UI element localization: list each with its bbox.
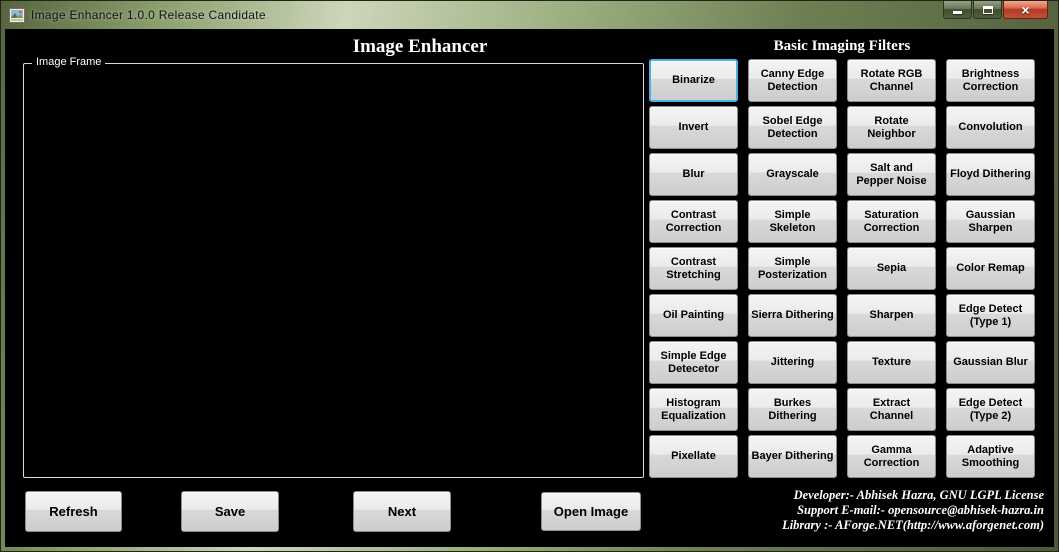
filter-button-invert[interactable]: Invert <box>649 106 738 149</box>
window-title: Image Enhancer 1.0.0 Release Candidate <box>31 8 266 22</box>
filter-button-gamma-correction[interactable]: Gamma Correction <box>847 435 936 478</box>
filter-button-gaussian-blur[interactable]: Gaussian Blur <box>946 341 1035 384</box>
app-icon <box>9 8 25 23</box>
close-button[interactable]: × <box>1003 1 1048 19</box>
filter-button-burkes-dithering[interactable]: Burkes Dithering <box>748 388 837 431</box>
filter-grid: BinarizeCanny Edge DetectionRotate RGB C… <box>649 59 1035 478</box>
filter-button-sharpen[interactable]: Sharpen <box>847 294 936 337</box>
credit-line: Developer:- Abhisek Hazra, GNU LGPL Lice… <box>782 488 1044 503</box>
client-area: Image Enhancer Basic Imaging Filters Ima… <box>5 29 1054 547</box>
image-frame: Image Frame <box>23 63 644 478</box>
filter-button-jittering[interactable]: Jittering <box>748 341 837 384</box>
filter-button-blur[interactable]: Blur <box>649 153 738 196</box>
image-frame-label: Image Frame <box>32 56 105 68</box>
refresh-button[interactable]: Refresh <box>25 491 122 532</box>
minimize-icon <box>953 11 962 14</box>
filter-button-brightness-correction[interactable]: Brightness Correction <box>946 59 1035 102</box>
app-heading: Image Enhancer <box>275 36 565 58</box>
filter-button-floyd-dithering[interactable]: Floyd Dithering <box>946 153 1035 196</box>
filter-button-simple-skeleton[interactable]: Simple Skeleton <box>748 200 837 243</box>
filter-button-sierra-dithering[interactable]: Sierra Dithering <box>748 294 837 337</box>
filter-button-edge-detect-type-2[interactable]: Edge Detect (Type 2) <box>946 388 1035 431</box>
filter-button-sepia[interactable]: Sepia <box>847 247 936 290</box>
filter-button-sobel-edge-detection[interactable]: Sobel Edge Detection <box>748 106 837 149</box>
window-controls: × <box>943 1 1048 19</box>
filter-button-grayscale[interactable]: Grayscale <box>748 153 837 196</box>
next-button[interactable]: Next <box>353 491 451 532</box>
filter-button-histogram-equalization[interactable]: Histogram Equalization <box>649 388 738 431</box>
filter-button-gaussian-sharpen[interactable]: Gaussian Sharpen <box>946 200 1035 243</box>
minimize-button[interactable] <box>943 1 972 19</box>
filter-button-rotate-neighbor[interactable]: Rotate Neighbor <box>847 106 936 149</box>
maximize-button[interactable] <box>973 1 1002 19</box>
credit-line: Support E-mail:- opensource@abhisek-hazr… <box>782 503 1044 518</box>
open-image-button[interactable]: Open Image <box>541 492 641 531</box>
filter-button-convolution[interactable]: Convolution <box>946 106 1035 149</box>
filter-button-contrast-correction[interactable]: Contrast Correction <box>649 200 738 243</box>
filter-button-salt-and-pepper-noise[interactable]: Salt and Pepper Noise <box>847 153 936 196</box>
filter-button-binarize[interactable]: Binarize <box>649 59 738 102</box>
filter-button-contrast-stretching[interactable]: Contrast Stretching <box>649 247 738 290</box>
save-button[interactable]: Save <box>181 491 279 532</box>
filter-button-oil-painting[interactable]: Oil Painting <box>649 294 738 337</box>
filter-button-simple-edge-detecetor[interactable]: Simple Edge Detecetor <box>649 341 738 384</box>
close-icon: × <box>1021 3 1029 17</box>
titlebar[interactable]: Image Enhancer 1.0.0 Release Candidate × <box>1 1 1058 29</box>
filter-button-saturation-correction[interactable]: Saturation Correction <box>847 200 936 243</box>
filter-button-pixellate[interactable]: Pixellate <box>649 435 738 478</box>
filter-button-extract-channel[interactable]: Extract Channel <box>847 388 936 431</box>
maximize-icon <box>983 6 993 14</box>
filter-button-edge-detect-type-1[interactable]: Edge Detect (Type 1) <box>946 294 1035 337</box>
credits: Developer:- Abhisek Hazra, GNU LGPL Lice… <box>782 488 1044 533</box>
app-window: Image Enhancer 1.0.0 Release Candidate ×… <box>0 0 1059 552</box>
credit-line: Library :- AForge.NET(http://www.aforgen… <box>782 518 1044 533</box>
filter-button-color-remap[interactable]: Color Remap <box>946 247 1035 290</box>
filter-button-rotate-rgb-channel[interactable]: Rotate RGB Channel <box>847 59 936 102</box>
filters-heading: Basic Imaging Filters <box>649 38 1035 55</box>
filter-button-texture[interactable]: Texture <box>847 341 936 384</box>
filter-button-bayer-dithering[interactable]: Bayer Dithering <box>748 435 837 478</box>
filter-button-simple-posterization[interactable]: Simple Posterization <box>748 247 837 290</box>
filter-button-canny-edge-detection[interactable]: Canny Edge Detection <box>748 59 837 102</box>
filter-button-adaptive-smoothing[interactable]: Adaptive Smoothing <box>946 435 1035 478</box>
